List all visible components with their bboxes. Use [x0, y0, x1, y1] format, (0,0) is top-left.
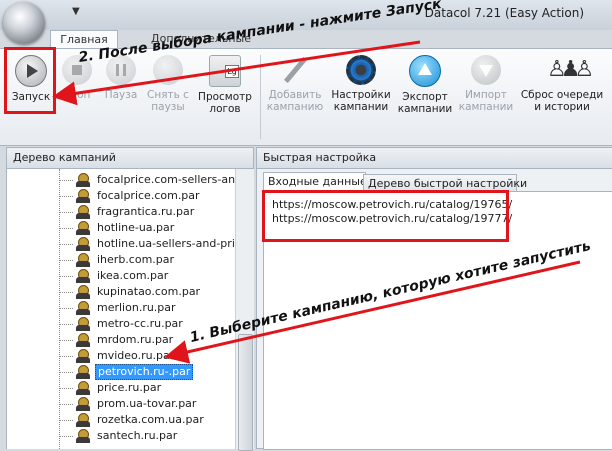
- annotation-arrows: [52, 40, 581, 364]
- step1-arrow: [164, 260, 581, 364]
- app-orb-button[interactable]: [3, 2, 45, 44]
